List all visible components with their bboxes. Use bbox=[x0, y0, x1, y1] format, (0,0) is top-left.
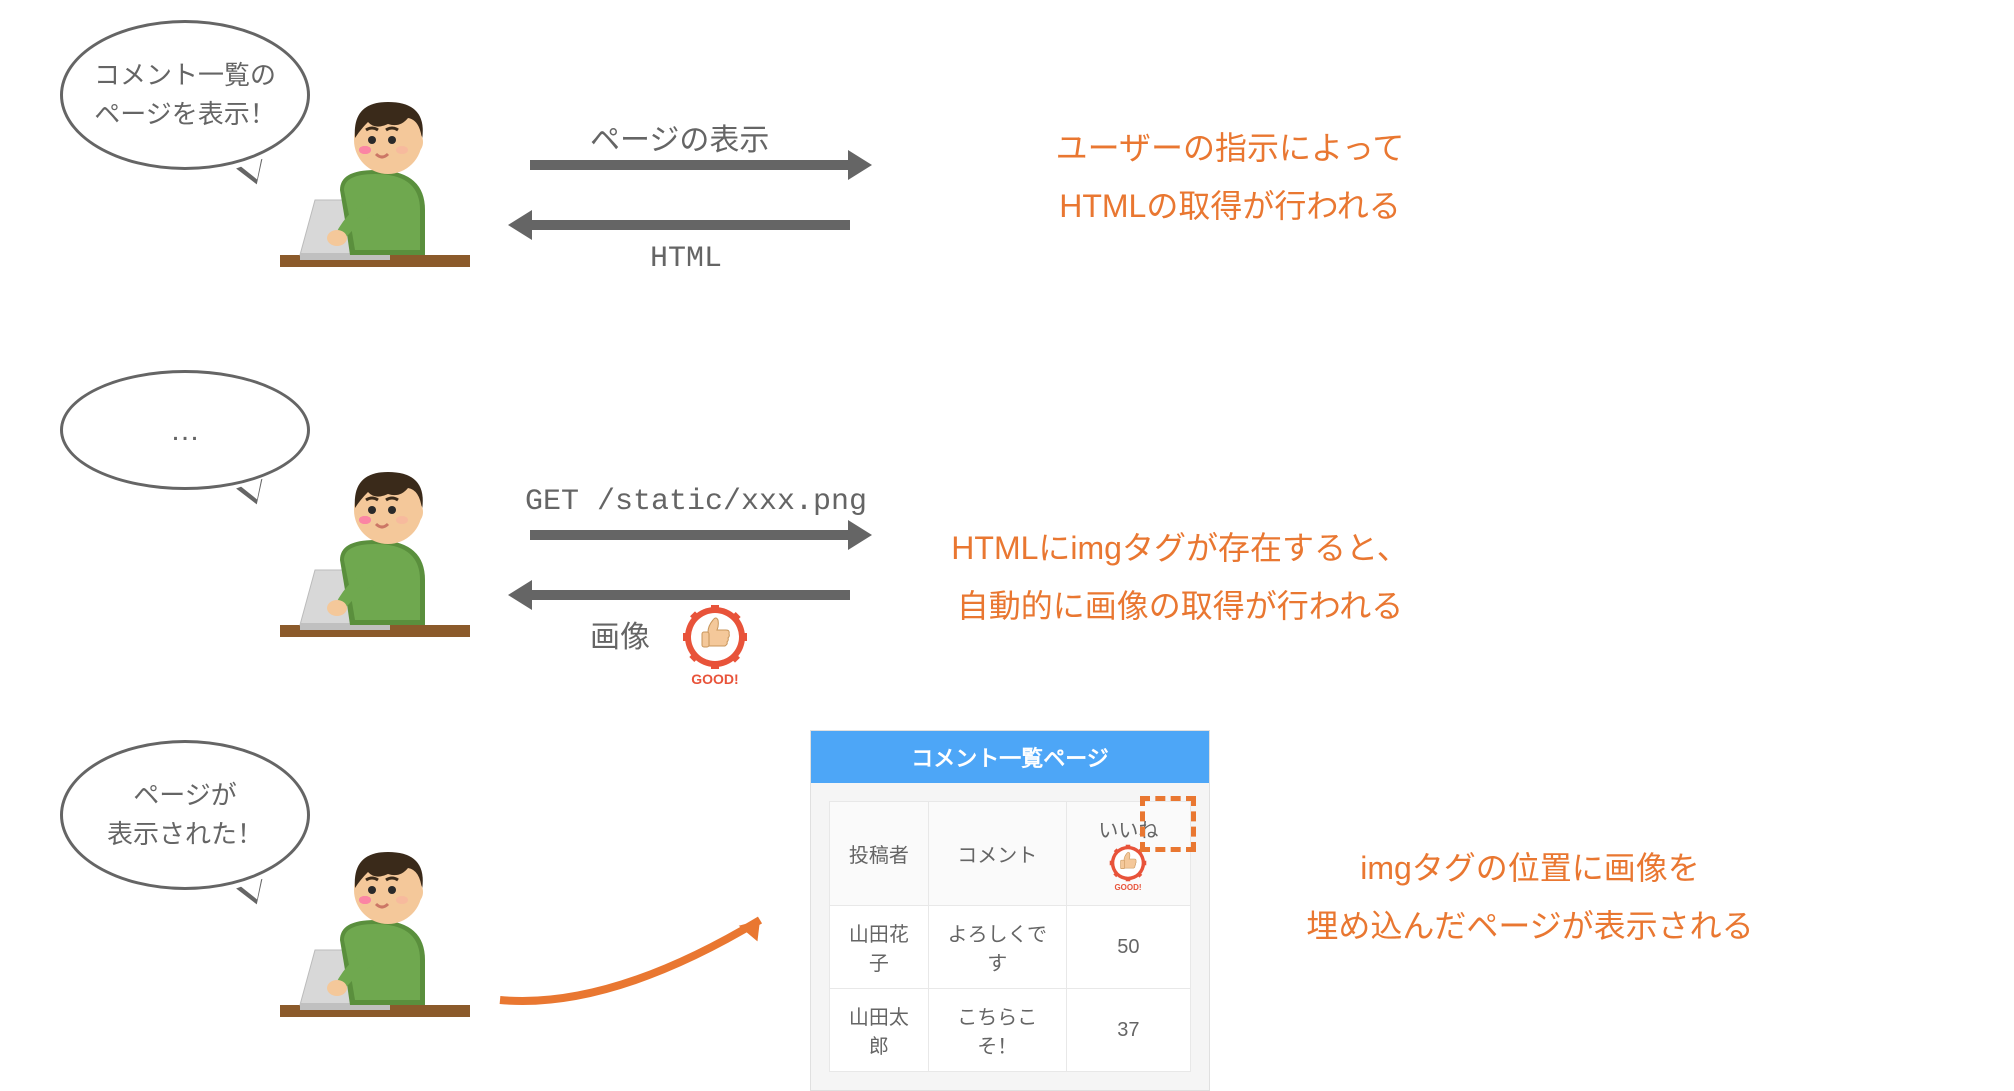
comments-table: 投稿者 コメント いいね 山田花子 よろしくです 50 bbox=[829, 801, 1191, 1072]
arrow-label-get: GET /static/xxx.png bbox=[525, 485, 867, 519]
preview-title: コメント一覧ページ bbox=[811, 731, 1209, 783]
cell-author: 山田花子 bbox=[830, 906, 929, 989]
likes-label: いいね bbox=[1098, 820, 1158, 842]
bubble-text: … bbox=[170, 408, 200, 453]
cell-author: 山田太郎 bbox=[830, 989, 929, 1072]
explain-line: 自動的に画像の取得が行われる bbox=[900, 578, 1460, 636]
table-row: 山田太郎 こちらこそ！ 37 bbox=[830, 989, 1191, 1072]
explanation-2: HTMLにimgタグが存在すると、 自動的に画像の取得が行われる bbox=[900, 520, 1460, 635]
arrow-left-icon bbox=[530, 590, 850, 600]
good-stamp-icon bbox=[680, 602, 750, 692]
step-1-request-html: コメント一覧の ページを表示！ ページの表示 HTML ユーザーの指示によって … bbox=[0, 20, 2014, 320]
cell-likes: 37 bbox=[1066, 989, 1190, 1072]
arrow-label-image: 画像 bbox=[590, 612, 650, 657]
arrow-label-request: ページの表示 bbox=[590, 115, 769, 160]
step-3-rendered-page: ページが 表示された！ コメント一覧ページ 投稿者 コメント いいね bbox=[0, 720, 2014, 1020]
speech-bubble-2: … bbox=[60, 370, 310, 490]
explain-line: HTMLの取得が行われる bbox=[1010, 178, 1450, 236]
col-likes: いいね bbox=[1066, 802, 1190, 906]
cell-comment: よろしくです bbox=[928, 906, 1066, 989]
person-icon bbox=[280, 460, 470, 660]
person-icon bbox=[280, 840, 470, 1040]
cell-likes: 50 bbox=[1066, 906, 1190, 989]
curved-arrow-icon bbox=[490, 900, 790, 1020]
arrow-right-icon bbox=[530, 530, 850, 540]
speech-bubble-1: コメント一覧の ページを表示！ bbox=[60, 20, 310, 170]
explanation-3: imgタグの位置に画像を 埋め込んだページが表示される bbox=[1280, 840, 1780, 955]
person-icon bbox=[280, 90, 470, 290]
speech-bubble-3: ページが 表示された！ bbox=[60, 740, 310, 890]
col-comment: コメント bbox=[928, 802, 1066, 906]
col-author: 投稿者 bbox=[830, 802, 929, 906]
explanation-1: ユーザーの指示によって HTMLの取得が行われる bbox=[1010, 120, 1450, 235]
explain-line: HTMLにimgタグが存在すると、 bbox=[900, 520, 1460, 578]
table-row: 山田花子 よろしくです 50 bbox=[830, 906, 1191, 989]
explain-line: imgタグの位置に画像を bbox=[1280, 840, 1780, 898]
good-stamp-icon bbox=[1108, 843, 1148, 893]
table-header-row: 投稿者 コメント いいね bbox=[830, 802, 1191, 906]
arrow-left-icon bbox=[530, 220, 850, 230]
preview-body: 投稿者 コメント いいね 山田花子 よろしくです 50 bbox=[811, 783, 1209, 1090]
explain-line: 埋め込んだページが表示される bbox=[1280, 898, 1780, 956]
arrow-label-response: HTML bbox=[650, 242, 722, 276]
step-2-fetch-image: … GET /static/xxx.png 画像 HTMLにimgタグが存在する… bbox=[0, 350, 2014, 670]
explain-line: ユーザーの指示によって bbox=[1010, 120, 1450, 178]
page-preview: コメント一覧ページ 投稿者 コメント いいね 山田花子 よろしくで bbox=[810, 730, 1210, 1091]
bubble-text: コメント一覧の ページを表示！ bbox=[94, 56, 276, 134]
arrow-right-icon bbox=[530, 160, 850, 170]
bubble-text: ページが 表示された！ bbox=[107, 776, 263, 854]
cell-comment: こちらこそ！ bbox=[928, 989, 1066, 1072]
